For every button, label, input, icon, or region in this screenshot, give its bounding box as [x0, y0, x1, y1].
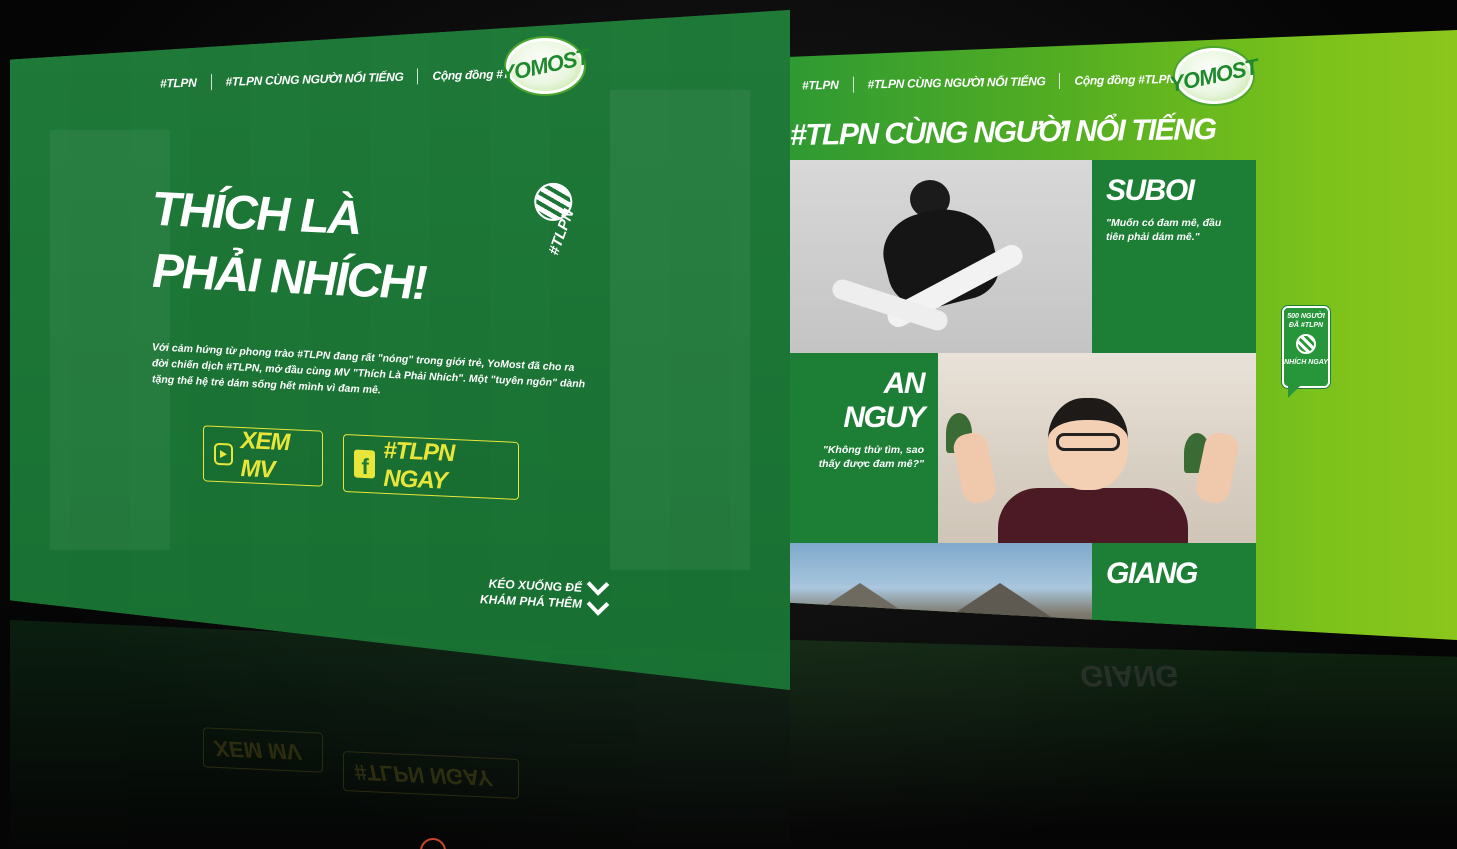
youtube-icon: [214, 442, 233, 466]
celebrity-card-an-nguy[interactable]: AN NGUY "Không thử tìm, sao thấy được đa…: [790, 353, 938, 543]
participants-badge[interactable]: 500 NGƯỜI ĐÃ #TLPN NHÍCH NGAY: [1282, 306, 1330, 398]
facebook-icon: f: [354, 449, 376, 479]
nav-item-tlpn[interactable]: #TLPN: [802, 78, 839, 93]
tlpn-now-button[interactable]: f #TLPN NGAY: [343, 434, 519, 500]
brand-logo[interactable]: YOMOST: [499, 38, 591, 94]
celebrity-photo-giang[interactable]: [790, 543, 1092, 640]
celebrity-card-suboi[interactable]: SUBOI "Muốn có đam mê, đầu tiên phải dám…: [1092, 160, 1256, 353]
celebrity-quote: "Không thử tìm, sao thấy được đam mê?": [818, 444, 924, 470]
carousel-indicator[interactable]: [420, 838, 446, 849]
badge-line2: ĐÃ #TLPN: [1288, 322, 1324, 329]
celebrity-name: AN NGUY: [843, 367, 925, 434]
scroll-down-hint[interactable]: KÉO XUỐNG ĐỂ KHÁM PHÁ THÊM: [480, 573, 610, 616]
landing-page-screen: #TLPN #TLPN CÙNG NGƯỜI NỔI TIẾNG Cộng đồ…: [10, 10, 790, 690]
badge-line1: 500 NGƯỜI: [1287, 313, 1325, 320]
chevron-down-icon: [586, 573, 610, 616]
nav-separator: [417, 68, 419, 85]
scroll-hint-text: KÉO XUỐNG ĐỂ KHÁM PHÁ THÊM: [480, 575, 582, 612]
campaign-description: Với cảm hứng từ phong trào #TLPN đang rấ…: [152, 341, 586, 397]
heart-icon: [1296, 334, 1316, 354]
tlpn-heart-icon: #TLPN: [515, 174, 606, 279]
tlpn-now-label: #TLPN NGAY: [383, 436, 455, 495]
top-navigation: #TLPN #TLPN CÙNG NGƯỜI NỔI TIẾNG Cộng đồ…: [802, 70, 1204, 93]
reflection-tlpn-now: #TLPN NGAY: [343, 751, 519, 799]
celebrity-name: SUBOI: [1106, 174, 1195, 207]
celebrity-card-giang[interactable]: GIANG: [1092, 543, 1256, 640]
reflection-giang: GIANG: [1080, 659, 1179, 692]
hero-title-line2: PHẢI NHÍCH!: [152, 244, 426, 311]
nav-item-community[interactable]: Cộng đồng #TLPN: [1074, 72, 1174, 88]
celebrities-page-screen: #TLPN #TLPN CÙNG NGƯỜI NỔI TIẾNG Cộng đồ…: [790, 30, 1457, 640]
celebrity-photo-an-nguy[interactable]: [938, 353, 1256, 543]
brand-logo[interactable]: YOMOST: [1168, 48, 1260, 104]
brand-logo-text: YOMOST: [1167, 53, 1261, 98]
nav-item-celebrities[interactable]: #TLPN CÙNG NGƯỜI NỔI TIẾNG: [226, 70, 404, 89]
nav-separator: [852, 76, 854, 93]
nav-separator: [1059, 72, 1061, 90]
watch-mv-label: XEM MV: [240, 426, 290, 484]
celebrity-name: GIANG: [1106, 557, 1198, 590]
right-screen-reflection: GIANG: [790, 640, 1457, 849]
scroll-hint-line2: KHÁM PHÁ THÊM: [480, 592, 582, 611]
section-title: #TLPN CÙNG NGƯỜI NỔI TIẾNG: [790, 113, 1216, 152]
hero-title: THÍCH LÀ PHẢI NHÍCH!: [152, 179, 426, 315]
nav-separator: [210, 74, 212, 91]
brand-logo-text: YOMOST: [498, 43, 592, 88]
reflection-watch-mv: XEM MV: [203, 727, 323, 773]
background-shape: [610, 90, 750, 570]
celebrity-quote: "Muốn có đam mê, đầu tiên phải dám mê.": [1106, 217, 1222, 243]
presentation-stage: #TLPN #TLPN CÙNG NGƯỜI NỔI TIẾNG Cộng đồ…: [0, 0, 1457, 849]
celebrity-photo-suboi[interactable]: [790, 160, 1092, 353]
nav-item-celebrities[interactable]: #TLPN CÙNG NGƯỜI NỔI TIẾNG: [868, 74, 1046, 91]
watch-mv-button[interactable]: XEM MV: [203, 425, 323, 487]
badge-line3: NHÍCH NGAY: [1284, 359, 1328, 366]
nav-item-tlpn[interactable]: #TLPN: [160, 76, 197, 91]
